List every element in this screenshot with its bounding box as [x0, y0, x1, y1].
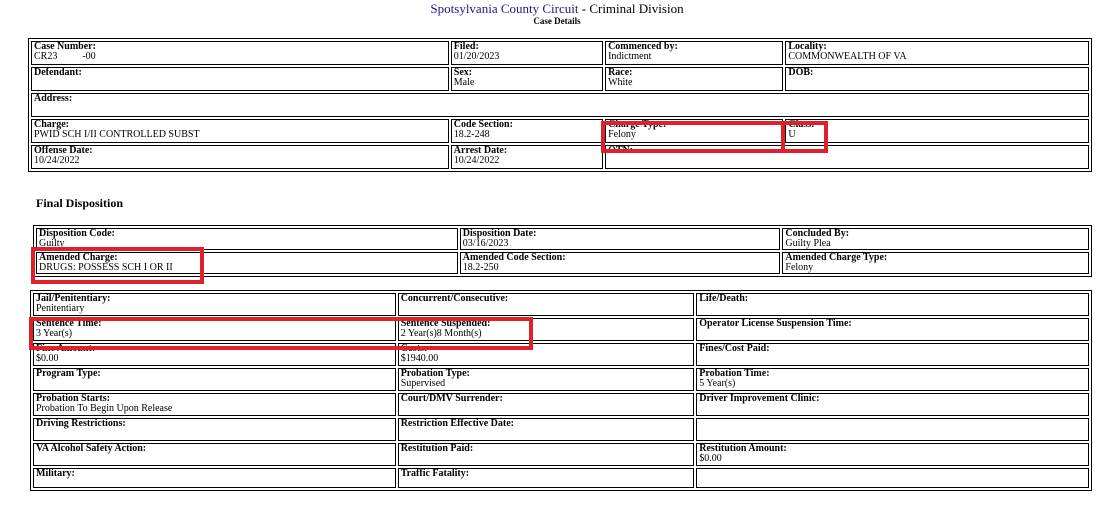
address-cell: Address: [31, 93, 1089, 117]
driver-clinic-cell: Driver Improvement Clinic: [696, 393, 1089, 416]
sex-cell: Sex: Male [450, 67, 604, 91]
amended-charge-cell: Amended Charge: DRUGS: POSSESS SCH I OR I… [36, 252, 458, 274]
charge-type-cell: Charge Type: Felony [605, 119, 784, 143]
restitution-amount-cell: Restitution Amount: $0.00 [696, 443, 1089, 466]
amended-code-section-cell: Amended Code Section: 18.2-250 [459, 252, 781, 274]
commenced-by-cell: Commenced by: Indictment [605, 41, 784, 65]
dob-cell: DOB: [785, 67, 1089, 91]
vasap-cell: VA Alcohol Safety Action: [33, 443, 396, 466]
concluded-by-cell: Concluded By: Guilty Plea [782, 228, 1089, 250]
military-cell: Military: [33, 468, 396, 488]
program-type-cell: Program Type: [33, 368, 396, 391]
class-cell: Class: U [785, 119, 1089, 143]
restitution-paid-cell: Restitution Paid: [397, 443, 695, 466]
division-name: - Criminal Division [578, 1, 684, 16]
fine-amount-cell: Fine Amount: $0.00 [33, 343, 396, 366]
final-disposition-table: Disposition Code: Guilty Disposition Date… [33, 225, 1092, 277]
final-disposition-heading: Final Disposition [36, 196, 124, 210]
sentence-suspended-cell: Sentence Suspended: 2 Year(s)8 Month(s) [397, 318, 695, 341]
sentencing-table: Jail/Penitentiary: Penitentiary Concurren… [30, 290, 1092, 491]
probation-starts-cell: Probation Starts: Probation To Begin Upon… [33, 393, 396, 416]
case-number-cell: Case Number: CR23 -00 [31, 41, 449, 65]
otn-cell: OTN: [605, 145, 1089, 169]
page-header: Spotsylvania County Circuit - Criminal D… [0, 0, 1114, 26]
defendant-cell: Defendant: [31, 67, 449, 91]
sentence-time-cell: Sentence Time: 3 Year(s) [33, 318, 396, 341]
jail-cell: Jail/Penitentiary: Penitentiary [33, 293, 396, 316]
page-subtitle: Case Details [533, 16, 581, 26]
charge-cell: Charge: PWID SCH I/II CONTROLLED SUBST [31, 119, 449, 143]
restriction-date-cell: Restriction Effective Date: [397, 418, 695, 441]
life-death-cell: Life/Death: [696, 293, 1089, 316]
traffic-fatality-cell: Traffic Fatality: [397, 468, 695, 488]
empty-cell [696, 468, 1089, 488]
arrest-date-cell: Arrest Date: 10/24/2022 [450, 145, 604, 169]
locality-cell: Locality: COMMONWEALTH OF VA [785, 41, 1089, 65]
offense-date-cell: Offense Date: 10/24/2022 [31, 145, 449, 169]
court-dmv-cell: Court/DMV Surrender: [397, 393, 695, 416]
costs-cell: Costs: $1940.00 [397, 343, 695, 366]
page-title: Spotsylvania County Circuit - Criminal D… [0, 0, 1114, 15]
license-suspension-cell: Operator License Suspension Time: [696, 318, 1089, 341]
code-section-cell: Code Section: 18.2-248 [450, 119, 604, 143]
disposition-date-cell: Disposition Date: 03/16/2023 [459, 228, 781, 250]
case-details-table: Case Number: CR23 -00 Filed: 01/20/2023 Co… [28, 38, 1092, 172]
filed-cell: Filed: 01/20/2023 [450, 41, 604, 65]
amended-charge-type-cell: Amended Charge Type: Felony [782, 252, 1089, 274]
driving-restrictions-cell: Driving Restrictions: [33, 418, 396, 441]
concurrent-cell: Concurrent/Consecutive: [397, 293, 695, 316]
disposition-code-cell: Disposition Code: Guilty [36, 228, 458, 250]
fines-paid-cell: Fines/Cost Paid: [696, 343, 1089, 366]
blank-cell [696, 418, 1089, 441]
probation-type-cell: Probation Type: Supervised [397, 368, 695, 391]
race-cell: Race: White [605, 67, 784, 91]
probation-time-cell: Probation Time: 5 Year(s) [696, 368, 1089, 391]
court-name: Spotsylvania County Circuit [430, 1, 579, 16]
